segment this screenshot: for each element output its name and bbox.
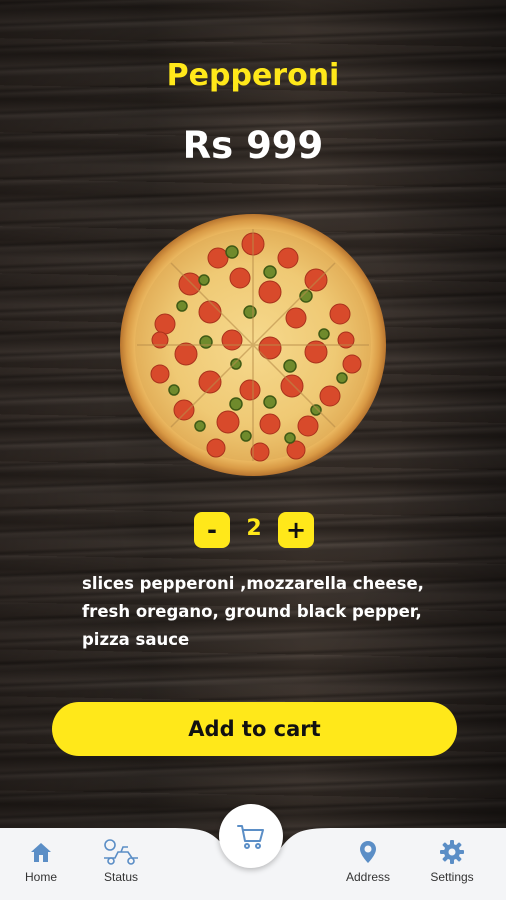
- pizza-image: [120, 214, 386, 476]
- location-pin-icon: [360, 841, 376, 863]
- product-title: Pepperoni: [166, 58, 340, 93]
- delivery-icon: [104, 839, 138, 865]
- nav-item-address[interactable]: Address: [333, 838, 403, 884]
- add-to-cart-button[interactable]: Add to cart: [52, 702, 457, 756]
- nav-item-home[interactable]: Home: [6, 838, 76, 884]
- nav-label-status: Status: [103, 870, 139, 884]
- nav-label-settings: Settings: [430, 870, 474, 884]
- nav-label-address: Address: [345, 870, 391, 884]
- product-price: Rs 999: [182, 124, 324, 167]
- product-description: slices pepperoni ,mozzarella cheese, fre…: [82, 574, 424, 649]
- quantity-stepper: - 2 +: [0, 512, 506, 548]
- gear-icon: [440, 840, 464, 864]
- nav-item-status[interactable]: Status: [86, 838, 156, 884]
- nav-label-home: Home: [24, 870, 57, 884]
- increase-quantity-button[interactable]: +: [278, 512, 314, 548]
- home-icon: [31, 843, 51, 862]
- nav-item-settings[interactable]: Settings: [417, 838, 487, 884]
- cart-icon: [237, 825, 264, 849]
- cart-button[interactable]: [219, 804, 283, 868]
- decrease-quantity-button[interactable]: -: [194, 512, 230, 548]
- quantity-value: 2: [246, 516, 262, 541]
